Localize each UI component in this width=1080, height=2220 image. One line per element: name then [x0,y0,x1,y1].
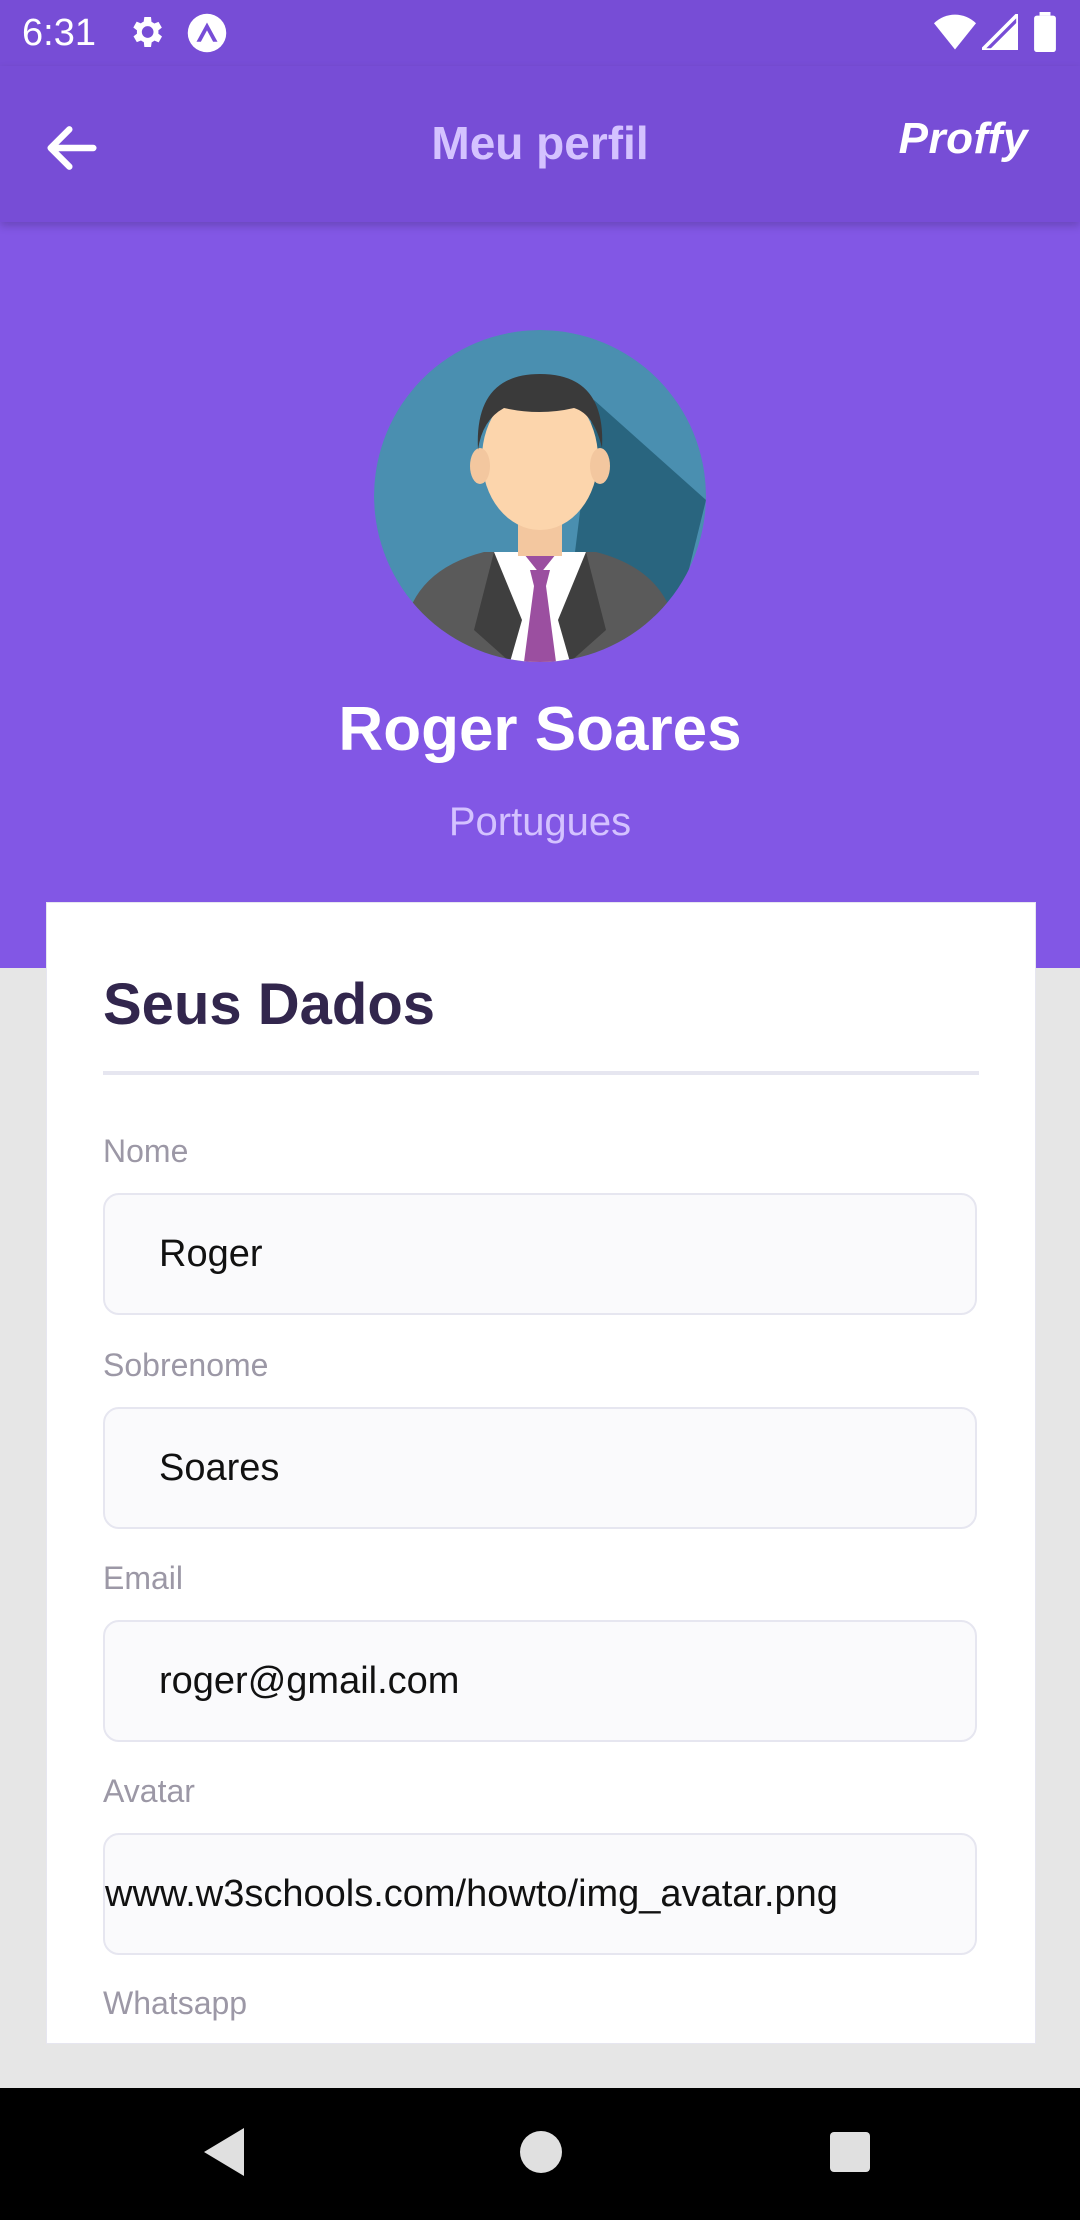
avatar-url-value: www.w3schools.com/howto/img_avatar.png [105,1873,838,1915]
recents-square-icon [828,2132,872,2184]
last-name-input[interactable]: Soares [103,1407,977,1529]
signal-icon [977,9,1020,55]
avatar-url-input[interactable]: www.w3schools.com/howto/img_avatar.png [103,1833,977,1955]
whatsapp-label: Whatsapp [103,1985,248,2021]
profile-subject: Portugues [448,800,632,844]
first-name-input[interactable]: Roger [103,1193,977,1315]
last-name-label: Sobrenome [103,1347,269,1383]
avatar [374,330,706,662]
email-input[interactable]: roger@gmail.com [103,1620,977,1742]
profile-data-card: Seus Dados Nome Roger Sobrenome Soares E… [46,902,1036,2044]
expo-app-icon [186,12,228,59]
profile-name: Roger Soares [338,695,742,764]
email-label: Email [103,1560,184,1596]
nav-home-button[interactable] [518,2124,564,2185]
wifi-icon [934,14,976,55]
battery-icon [1034,12,1056,57]
status-bar: 6:31 [0,0,1080,66]
avatar-label: Avatar [103,1773,195,1809]
card-divider [103,1071,979,1075]
status-time: 6:31 [22,12,96,54]
settings-gear-icon [126,12,166,57]
system-nav-bar [0,2088,1080,2220]
card-title: Seus Dados [103,972,435,1037]
first-name-label: Nome [103,1133,189,1169]
brand-logo: Proffy [898,114,1028,163]
top-header: Meu perfil Proffy [0,66,1080,222]
home-circle-icon [518,2131,564,2184]
back-triangle-icon [200,2128,250,2184]
nav-recents-button[interactable] [828,2124,872,2185]
nav-back-button[interactable] [200,2124,250,2185]
